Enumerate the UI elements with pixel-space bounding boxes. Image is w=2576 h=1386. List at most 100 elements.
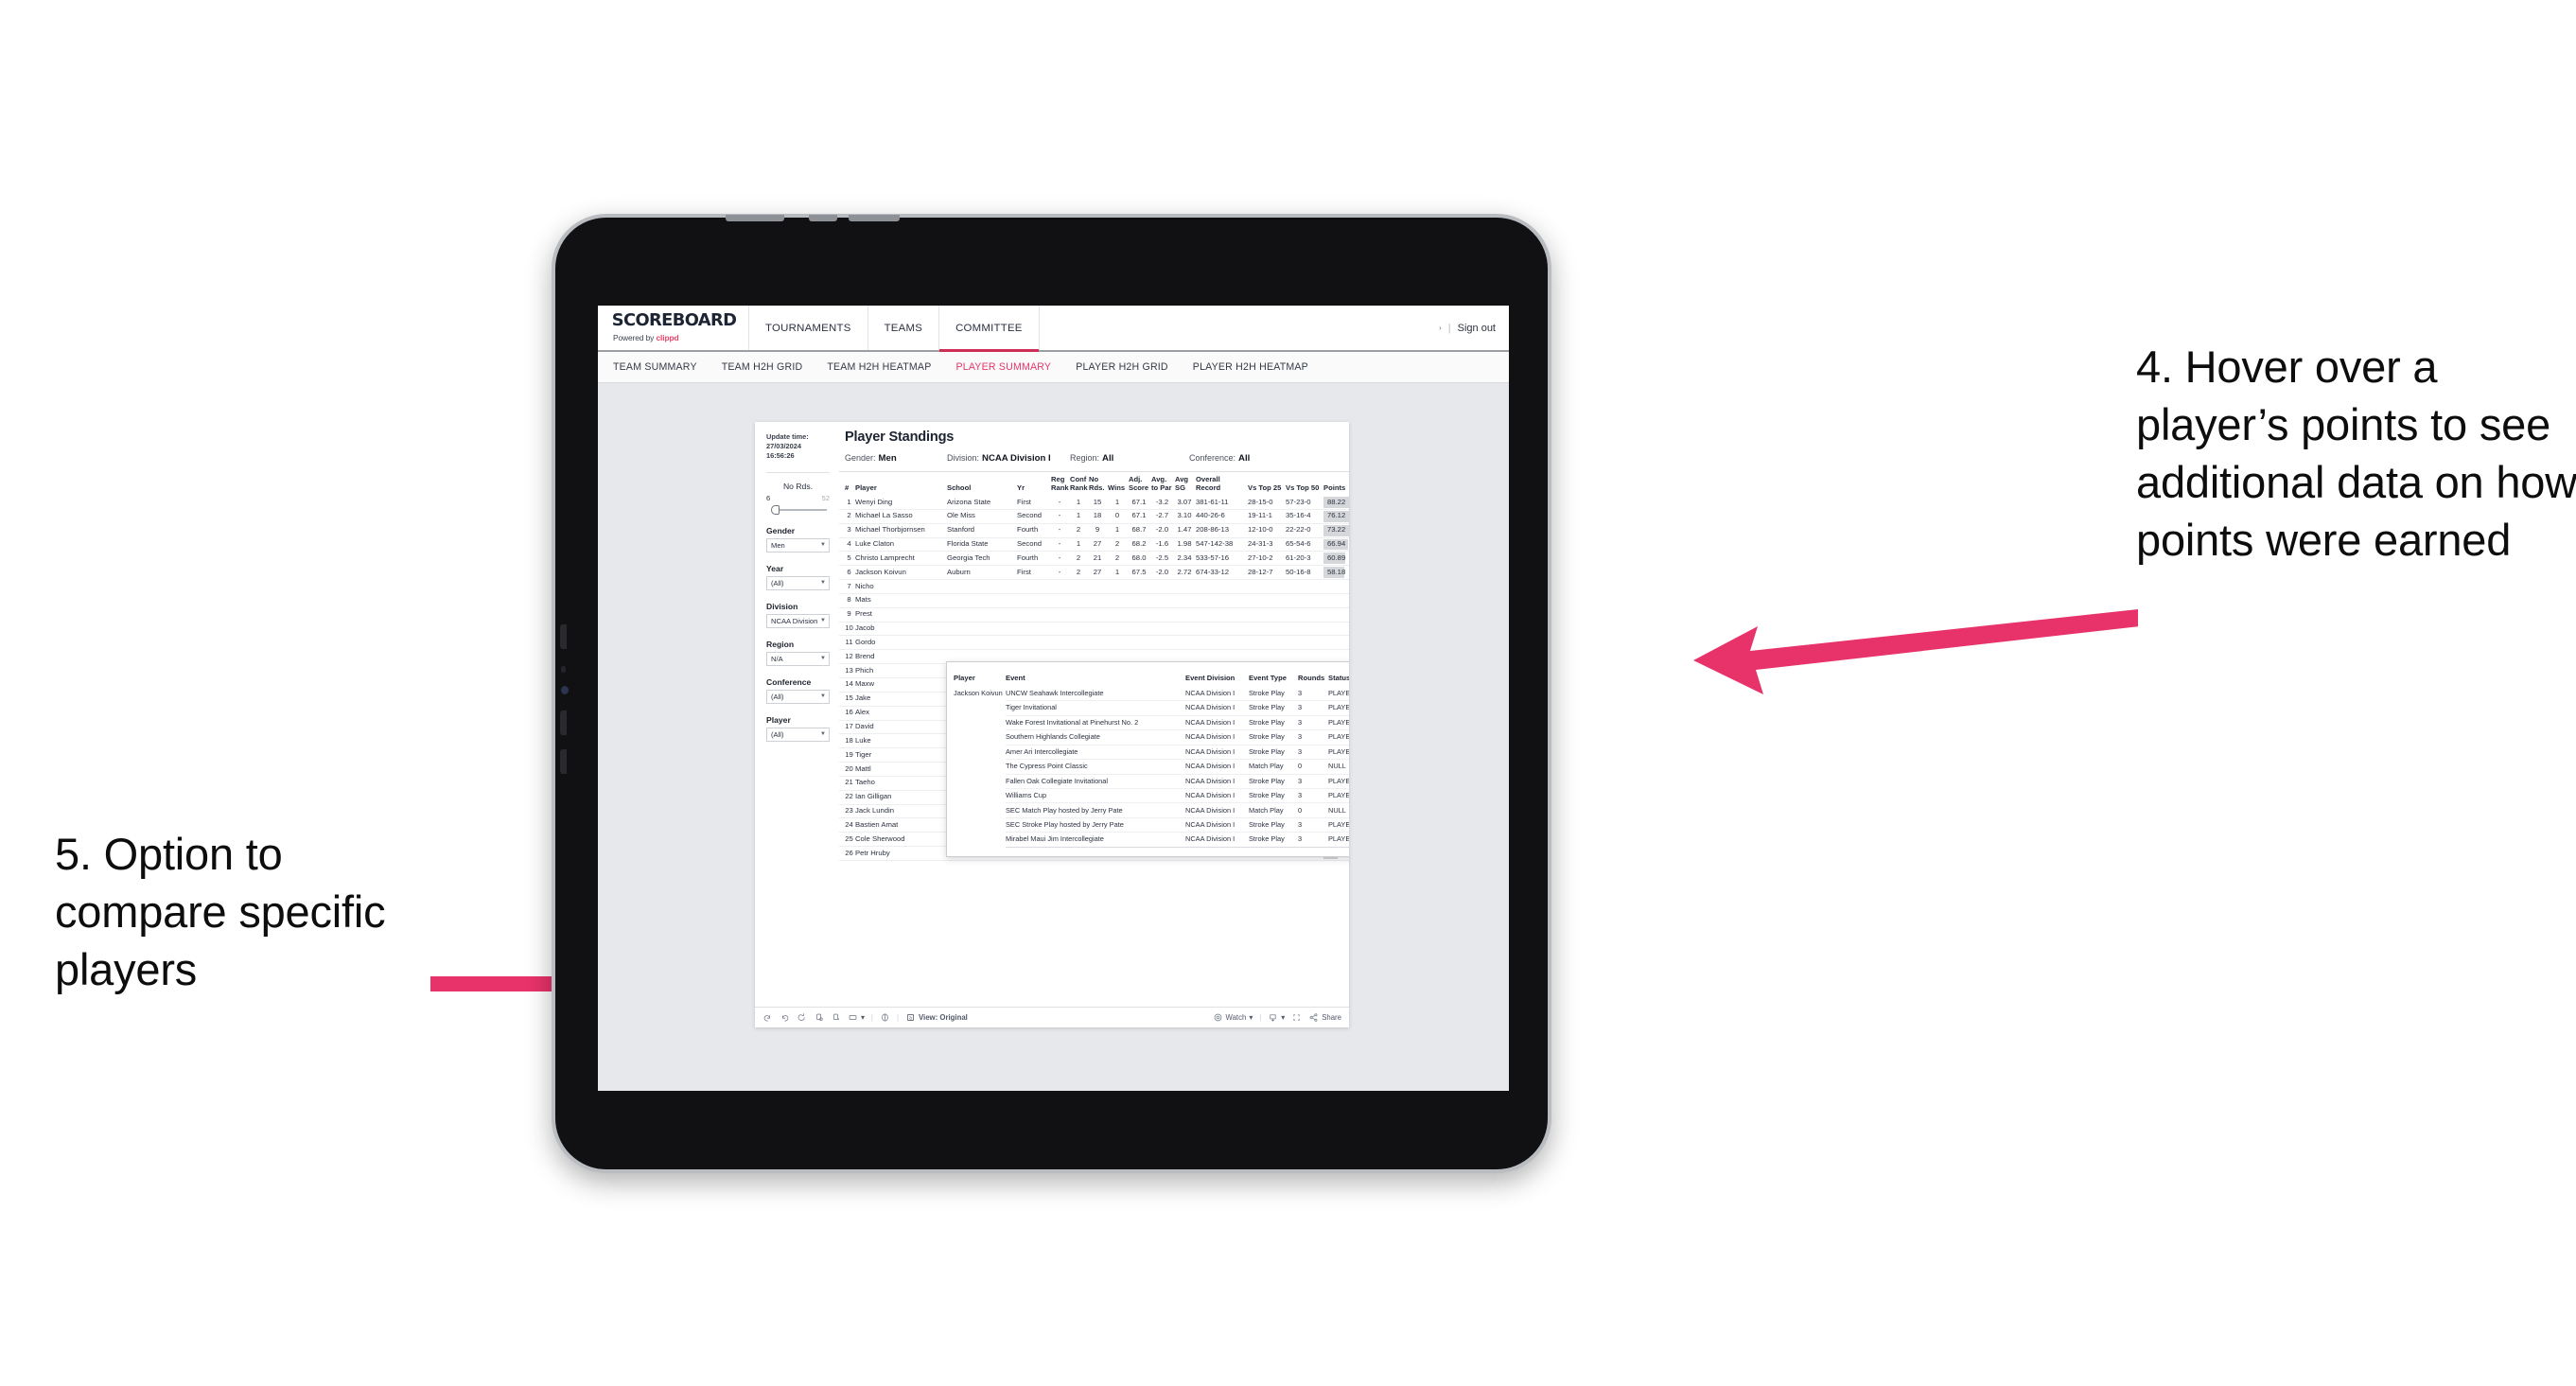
- cell-avg-to-par: -2.0: [1151, 565, 1175, 581]
- filter-year-select[interactable]: (All) ▼: [766, 575, 830, 590]
- col-rank[interactable]: #: [839, 472, 855, 496]
- col-school[interactable]: School: [947, 472, 1017, 496]
- annotation-compare-players: 5. Option to compare specific players: [55, 829, 386, 995]
- cell-points[interactable]: [1323, 607, 1349, 623]
- filter-player-select[interactable]: (All) ▼: [766, 727, 830, 742]
- brand-logo[interactable]: SCOREBOARD Powered by clippd: [598, 306, 750, 350]
- col-points[interactable]: Points: [1323, 472, 1356, 496]
- cell-points[interactable]: [1323, 622, 1349, 637]
- cell-adj-score: [1129, 579, 1151, 594]
- nav-tournaments[interactable]: TOURNAMENTS: [749, 306, 868, 350]
- table-row[interactable]: 4 Luke Claton Florida State Second -1 27 2 68.2…: [839, 537, 1349, 553]
- slider-handle[interactable]: [771, 504, 780, 515]
- col-yr[interactable]: Yr: [1017, 472, 1051, 496]
- table-row[interactable]: 11 Gordo: [839, 635, 1349, 651]
- tt-cell-rounds: 3: [1298, 700, 1328, 716]
- points-value: 73.22: [1327, 525, 1346, 535]
- col-adj-score[interactable]: Adj. Score: [1129, 472, 1151, 496]
- download-button[interactable]: ▾: [1268, 1012, 1285, 1023]
- cell-points[interactable]: 58.18: [1323, 565, 1349, 581]
- undo-icon[interactable]: [762, 1012, 773, 1023]
- standings-table-body[interactable]: 1 Wenyi Ding Arizona State First -1 15 1 67.1 -3…: [839, 496, 1349, 1007]
- tt-cell-rounds: 3: [1298, 729, 1328, 746]
- cell-player: Mats: [855, 593, 947, 608]
- nav-committee[interactable]: COMMITTEE: [939, 306, 1040, 352]
- cell-player: Cole Sherwood: [855, 832, 947, 848]
- device-layout-button[interactable]: ▾: [848, 1012, 865, 1023]
- table-row[interactable]: 1 Wenyi Ding Arizona State First -1 15 1 67.1 -3…: [839, 496, 1349, 510]
- cell-overall-record: [1196, 607, 1248, 623]
- tab-player-summary[interactable]: PLAYER SUMMARY: [955, 361, 1051, 373]
- table-row[interactable]: 10 Jacob: [839, 622, 1349, 637]
- col-vs-top-25[interactable]: Vs Top 25: [1248, 472, 1286, 496]
- cell-rank: 10: [839, 622, 855, 637]
- share-button[interactable]: Share: [1308, 1012, 1341, 1023]
- cell-reg-rank: [1051, 579, 1070, 594]
- cell-points[interactable]: 88.22: [1323, 496, 1349, 510]
- table-row[interactable]: 3 Michael Thorbjornsen Stanford Fourth -2 9 1 6…: [839, 523, 1349, 538]
- col-conf-rank[interactable]: Conf Rank: [1070, 472, 1089, 496]
- cell-avg-to-par: -3.2: [1151, 496, 1175, 510]
- cell-reg-rank: [1051, 635, 1070, 651]
- filter-conference-select[interactable]: (All) ▼: [766, 689, 830, 704]
- tt-col-status: Status: [1328, 674, 1349, 683]
- fullscreen-icon[interactable]: [1291, 1012, 1302, 1023]
- brand-clippd: clippd: [656, 332, 679, 342]
- table-row[interactable]: 7 Nicho: [839, 579, 1349, 594]
- filter-year-label: Year: [766, 563, 784, 573]
- tt-cell-division: NCAA Division I: [1185, 774, 1249, 789]
- col-player[interactable]: Player: [855, 472, 947, 496]
- nav-teams[interactable]: TEAMS: [868, 306, 940, 350]
- cell-wins: [1108, 607, 1129, 623]
- tt-cell-division: NCAA Division I: [1185, 686, 1249, 702]
- filter-gender-select[interactable]: Men ▼: [766, 537, 830, 553]
- cell-vs-top-50: 57-23-0: [1286, 496, 1323, 510]
- chevron-right-icon[interactable]: ›: [1439, 324, 1442, 332]
- cell-points[interactable]: 76.12: [1323, 509, 1349, 524]
- filter-region-select[interactable]: N/A ▼: [766, 651, 830, 666]
- filter-conference-label: Conference: [766, 676, 812, 687]
- tt-cell-player: [947, 774, 1006, 788]
- refresh-data-icon[interactable]: [814, 1012, 824, 1023]
- cell-yr: [1017, 635, 1051, 651]
- cell-points[interactable]: [1323, 593, 1349, 608]
- cell-points[interactable]: 60.89: [1323, 551, 1349, 567]
- cell-no-rds: [1089, 593, 1108, 608]
- watch-button[interactable]: Watch ▾: [1213, 1012, 1253, 1023]
- tab-player-h2h-grid[interactable]: PLAYER H2H GRID: [1076, 361, 1168, 373]
- chevron-down-icon: ▼: [820, 580, 826, 587]
- filter-division-select[interactable]: NCAA Division I ▼: [766, 613, 830, 628]
- col-reg-rank[interactable]: Reg Rank: [1051, 472, 1070, 496]
- table-row[interactable]: 9 Prest: [839, 607, 1349, 623]
- col-vs-top-50[interactable]: Vs Top 50: [1286, 472, 1323, 496]
- no-rounds-slider[interactable]: [766, 504, 830, 515]
- cell-points[interactable]: [1323, 579, 1349, 594]
- cell-wins: [1108, 622, 1129, 637]
- table-row[interactable]: 2 Michael La Sasso Ole Miss Second -1 18 0 67.1…: [839, 509, 1349, 524]
- cell-points[interactable]: [1323, 635, 1349, 651]
- tab-team-h2h-grid[interactable]: TEAM H2H GRID: [722, 361, 803, 373]
- table-row[interactable]: 6 Jackson Koivun Auburn First -2 27 1 67.5 -2.0 2…: [839, 565, 1349, 581]
- table-row[interactable]: 8 Mats: [839, 593, 1349, 608]
- col-wins[interactable]: Wins: [1108, 472, 1129, 496]
- col-no-rds[interactable]: No Rds.: [1089, 472, 1108, 496]
- tab-team-summary[interactable]: TEAM SUMMARY: [613, 361, 697, 373]
- device-layout-caret: ▾: [861, 1013, 865, 1022]
- tab-team-h2h-heatmap[interactable]: TEAM H2H HEATMAP: [827, 361, 931, 373]
- device-side-mic: [561, 666, 566, 673]
- col-overall-record[interactable]: Overall Record: [1196, 472, 1248, 496]
- cell-player: Michael La Sasso: [855, 509, 947, 524]
- col-avg-to-par[interactable]: Avg. to Par: [1151, 472, 1175, 496]
- tab-player-h2h-heatmap[interactable]: PLAYER H2H HEATMAP: [1193, 361, 1308, 373]
- revert-icon[interactable]: [797, 1012, 807, 1023]
- view-original-button[interactable]: a View: Original: [905, 1012, 968, 1023]
- pause-updates-icon[interactable]: [831, 1012, 841, 1023]
- table-row[interactable]: 5 Christo Lamprecht Georgia Tech Fourth -2 21…: [839, 551, 1349, 567]
- redo-icon[interactable]: [780, 1012, 790, 1023]
- cell-points[interactable]: 66.94: [1323, 537, 1349, 553]
- presentation-mode-icon[interactable]: [880, 1012, 890, 1023]
- col-avg-sg[interactable]: Avg SG: [1175, 472, 1196, 496]
- cell-yr: [1017, 579, 1051, 594]
- cell-points[interactable]: 73.22: [1323, 523, 1349, 538]
- sign-out-link[interactable]: Sign out: [1458, 323, 1496, 334]
